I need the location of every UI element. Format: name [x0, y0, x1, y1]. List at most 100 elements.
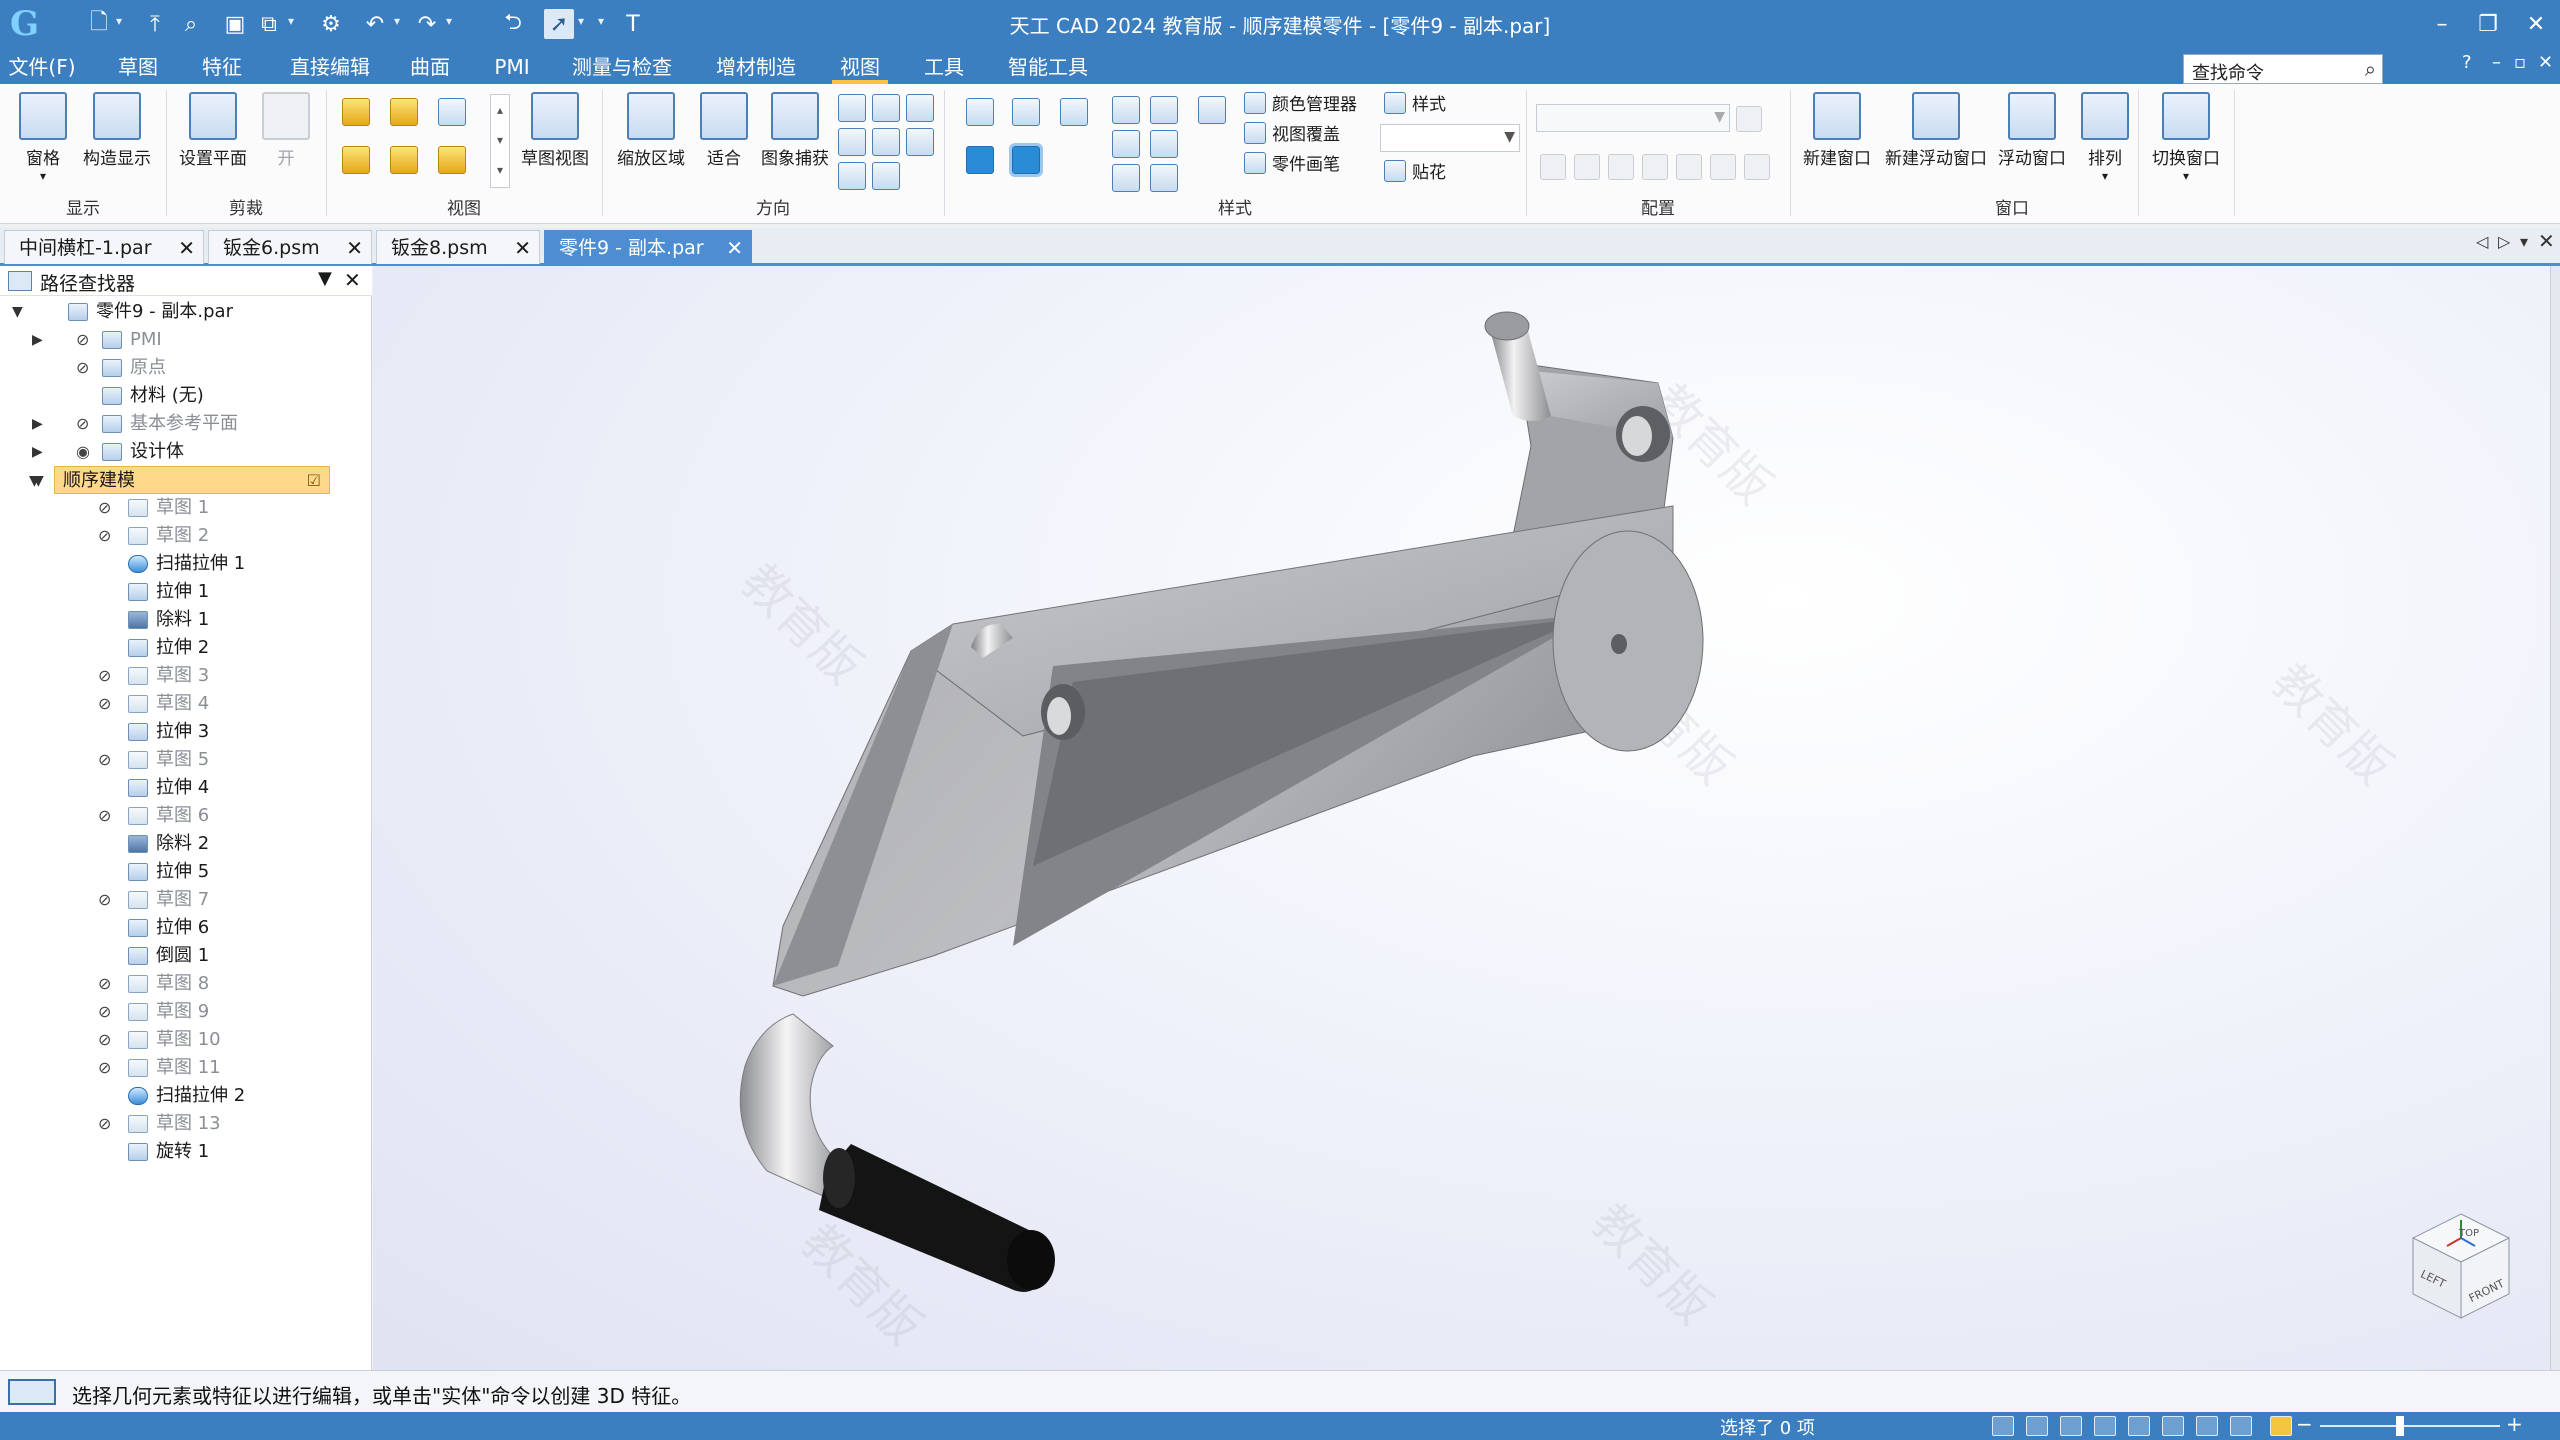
shaded-edges-icon[interactable]: [1009, 143, 1043, 177]
select-dropdown-icon[interactable]: ▾: [578, 14, 584, 28]
right-tool-strip[interactable]: [2550, 266, 2560, 1370]
tree-item[interactable]: ⊘ 草图 13: [8, 1110, 364, 1138]
spin-status-icon[interactable]: [2196, 1416, 2218, 1436]
hidden-eye-icon[interactable]: ⊘: [76, 326, 98, 354]
image-capture-button[interactable]: 图象捕获: [756, 92, 834, 169]
display-mode-2-icon[interactable]: [1150, 96, 1178, 124]
panel-options-icon[interactable]: ▼: [318, 268, 332, 289]
view-tool-6-icon[interactable]: [438, 146, 466, 174]
decal-button[interactable]: 贴花: [1384, 158, 1446, 183]
tab-middle-bar-part[interactable]: 中间横杠-1.par ✕: [4, 230, 204, 264]
status-tool-1-icon[interactable]: [1992, 1416, 2014, 1436]
back-icon[interactable]: ⮌: [498, 9, 528, 39]
hidden-eye-icon[interactable]: ⊘: [98, 1110, 120, 1138]
close-button[interactable]: ✕: [2516, 8, 2556, 42]
pane-dropdown-icon[interactable]: ▾: [14, 169, 72, 183]
new-window-button[interactable]: 新建窗口: [1798, 92, 1876, 169]
menu-smart-tools[interactable]: 智能工具: [1000, 50, 1096, 84]
switch-window-dropdown-icon[interactable]: ▾: [2144, 169, 2228, 183]
graphics-viewport[interactable]: 教育版 教育版 教育版 教育版 教育版 教育版: [373, 266, 2550, 1370]
hidden-eye-icon[interactable]: ⊘: [98, 998, 120, 1026]
minimize-button[interactable]: –: [2422, 8, 2462, 42]
redo-icon[interactable]: ↷: [412, 9, 442, 39]
arrange-button[interactable]: 排列 ▾: [2074, 92, 2136, 183]
select-tool-icon[interactable]: ➚: [544, 9, 574, 39]
save-all-icon[interactable]: ⧉: [254, 9, 284, 39]
style-combo[interactable]: ▼: [1380, 124, 1520, 152]
dimetric-view-icon[interactable]: [1012, 98, 1040, 126]
tab-close-icon[interactable]: ✕: [178, 231, 195, 265]
shaded-icon[interactable]: [966, 146, 994, 174]
pan-icon[interactable]: [872, 94, 900, 122]
view-tool-3-icon[interactable]: [438, 98, 466, 126]
menu-tools[interactable]: 工具: [916, 50, 972, 84]
save-icon[interactable]: ▣: [220, 9, 250, 39]
tree-item[interactable]: ⊘ 草图 5: [8, 746, 364, 774]
tab-list-icon[interactable]: ▾: [2520, 232, 2528, 251]
tree-item[interactable]: ⊘ 草图 1: [8, 494, 364, 522]
expand-icon[interactable]: ▶: [32, 438, 52, 466]
close-all-tabs-icon[interactable]: ✕: [2538, 229, 2555, 253]
hidden-eye-icon[interactable]: ⊘: [98, 522, 120, 550]
config-combo[interactable]: ▼: [1536, 104, 1730, 132]
view-tool-4-icon[interactable]: [342, 146, 370, 174]
tree-item[interactable]: ⊘ 草图 10: [8, 1026, 364, 1054]
zoom-area-button[interactable]: 缩放区域: [612, 92, 690, 169]
tab-close-icon[interactable]: ✕: [346, 231, 363, 265]
menu-pmi[interactable]: PMI: [486, 50, 538, 84]
panel-close-icon[interactable]: ✕: [344, 268, 361, 292]
config-tool-1-icon[interactable]: [1540, 154, 1566, 180]
tree-item[interactable]: 拉伸 4: [8, 774, 364, 802]
tree-item[interactable]: ⊘ 原点: [8, 354, 364, 382]
view-tool-1-icon[interactable]: [342, 98, 370, 126]
help-button[interactable]: ?: [2462, 52, 2472, 73]
view-tool-5-icon[interactable]: [390, 146, 418, 174]
menu-measure[interactable]: 测量与检查: [566, 50, 678, 84]
expand-icon[interactable]: ▶: [32, 410, 52, 438]
display-mode-4-icon[interactable]: [1112, 130, 1140, 158]
tab-scroll-right-icon[interactable]: ▷: [2498, 232, 2510, 251]
hidden-eye-icon[interactable]: ⊘: [98, 1026, 120, 1054]
menu-surface[interactable]: 曲面: [402, 50, 458, 84]
tree-item[interactable]: ⊘ 草图 4: [8, 690, 364, 718]
restore-button[interactable]: ❐: [2468, 8, 2508, 42]
tree-item[interactable]: 除料 2: [8, 830, 364, 858]
zoom-out-button[interactable]: −: [2296, 1412, 2313, 1436]
construct-display-button[interactable]: 构造显示: [78, 92, 156, 169]
status-tool-2-icon[interactable]: [2026, 1416, 2048, 1436]
switch-window-button[interactable]: 切换窗口 ▾: [2144, 92, 2228, 183]
rotate-icon[interactable]: [906, 94, 934, 122]
tab-sheetmetal-6[interactable]: 钣金6.psm ✕: [208, 230, 372, 264]
hidden-eye-icon[interactable]: ⊘: [98, 690, 120, 718]
tab-close-icon[interactable]: ✕: [514, 231, 531, 265]
doc-minimize-button[interactable]: –: [2492, 52, 2501, 73]
tree-item[interactable]: ⊘ 草图 7: [8, 886, 364, 914]
fit-status-icon[interactable]: [2094, 1416, 2116, 1436]
new-file-icon[interactable]: 🗋: [84, 9, 114, 39]
config-tool-7-icon[interactable]: [1744, 154, 1770, 180]
app-logo-icon[interactable]: G: [10, 4, 50, 44]
check-icon[interactable]: ☑: [307, 467, 321, 495]
text-tool-icon[interactable]: T: [618, 9, 648, 39]
find-icon[interactable]: ⌕: [176, 9, 206, 39]
tree-item[interactable]: ⊘ 草图 2: [8, 522, 364, 550]
doc-restore-button[interactable]: ▫: [2514, 52, 2526, 73]
zoom-area-status-icon[interactable]: [2060, 1416, 2082, 1436]
zoom-slider[interactable]: [2320, 1425, 2500, 1427]
config-manage-icon[interactable]: [1736, 106, 1762, 132]
previous-view-icon[interactable]: [838, 162, 866, 190]
tree-item[interactable]: ▶ ⊘ 基本参考平面: [8, 410, 364, 438]
collapse-icon[interactable]: ▼: [29, 467, 49, 495]
doc-close-button[interactable]: ✕: [2538, 52, 2553, 73]
display-mode-6-icon[interactable]: [1112, 164, 1140, 192]
highlight-status-icon[interactable]: [2270, 1416, 2292, 1436]
tree-item[interactable]: 材料 (无): [8, 382, 364, 410]
style-button[interactable]: 样式: [1384, 90, 1446, 115]
menu-file[interactable]: 文件(F): [4, 50, 80, 84]
part-painter-button[interactable]: 零件画笔: [1244, 150, 1340, 175]
trimetric-view-icon[interactable]: [1060, 98, 1088, 126]
color-manager-button[interactable]: 颜色管理器: [1244, 90, 1357, 115]
display-mode-3-icon[interactable]: [1198, 96, 1226, 124]
expand-icon[interactable]: ▶: [32, 326, 52, 354]
redo-dropdown-icon[interactable]: ▾: [446, 14, 452, 28]
